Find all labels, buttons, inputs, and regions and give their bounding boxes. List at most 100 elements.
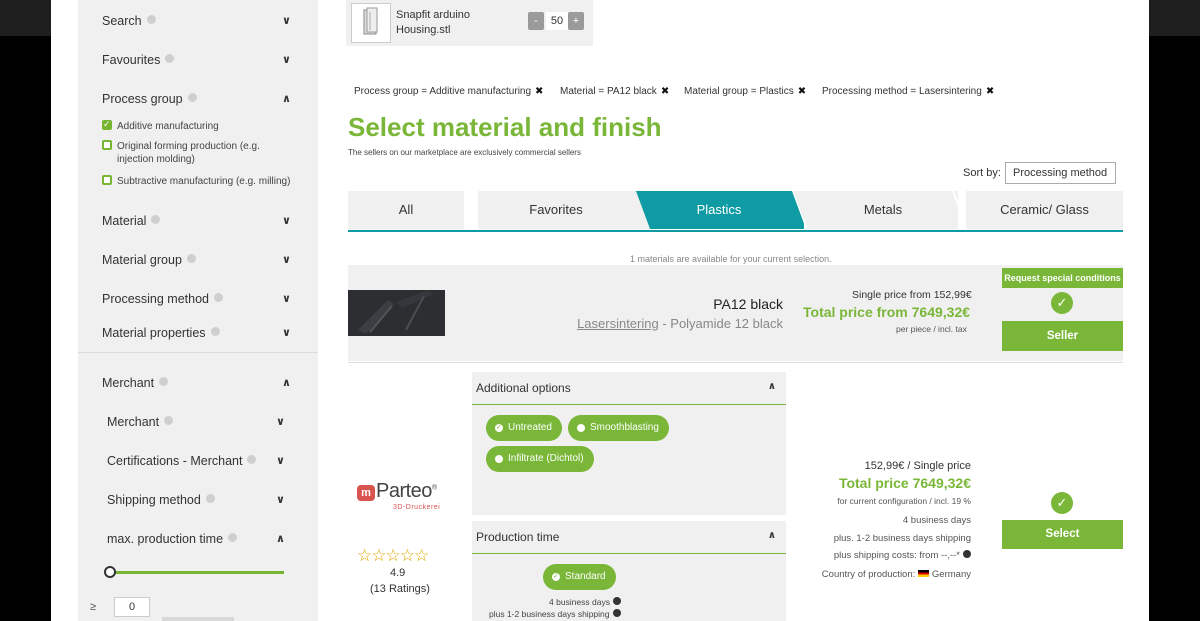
material-name: PA12 black — [713, 296, 783, 312]
decrease-quantity-button[interactable]: - — [528, 12, 544, 30]
filter-merchant[interactable]: Merchant — [107, 415, 303, 429]
merchant-logo[interactable]: m Parteo® 3D-Druckerei — [357, 480, 453, 516]
registered-mark: ® — [431, 484, 437, 492]
tab-plastics[interactable]: Plastics — [634, 191, 804, 229]
checkbox-checked-icon[interactable] — [102, 118, 112, 131]
offer-business-days: 4 business days — [902, 515, 971, 526]
option-standard[interactable]: Standard — [543, 564, 616, 590]
production-time-slider-handle[interactable] — [104, 566, 116, 578]
info-icon — [165, 54, 175, 63]
chevron-down-icon[interactable] — [276, 454, 285, 467]
checkbox-icon[interactable] — [102, 175, 112, 185]
filter-chip-material[interactable]: Material = PA12 black ✖ — [560, 84, 669, 100]
seller-button[interactable]: Seller — [1002, 321, 1123, 351]
chevron-down-icon[interactable] — [282, 53, 291, 66]
filter-processing-method[interactable]: Processing method — [102, 292, 298, 306]
checkbox-additive[interactable]: Additive manufacturing — [102, 118, 302, 133]
increase-quantity-button[interactable]: + — [568, 12, 584, 30]
info-icon[interactable] — [612, 609, 621, 617]
filter-max-production-time[interactable]: max. production time — [107, 532, 303, 546]
close-icon[interactable]: ✖ — [798, 86, 806, 97]
chevron-down-icon[interactable] — [282, 14, 291, 27]
tab-metals[interactable]: Metals — [808, 191, 958, 229]
select-button[interactable]: Select — [1002, 520, 1123, 549]
checkbox-original-forming[interactable]: Original forming production (e.g. inject… — [102, 140, 267, 166]
chevron-up-icon[interactable] — [282, 376, 291, 389]
material-result-row: PA12 black Lasersintering - Polyamide 12… — [348, 265, 1123, 361]
country-name: Germany — [931, 569, 971, 580]
rating-count[interactable]: (13 Ratings) — [370, 583, 430, 595]
total-price-from: Total price from 7649,32€ — [803, 304, 971, 320]
filter-chip-process-group[interactable]: Process group = Additive manufacturing ✖ — [354, 84, 543, 100]
right-top-bar — [1149, 0, 1200, 36]
min-days-input[interactable]: 0 — [114, 597, 150, 617]
info-icon[interactable] — [963, 550, 971, 558]
file-thumbnail — [351, 3, 391, 43]
filter-max-production-time-label: max. production time — [107, 532, 224, 546]
material-photo-icon — [348, 290, 445, 336]
production-days: 4 business days — [549, 597, 621, 607]
production-time-header[interactable]: Production time — [476, 530, 559, 544]
tab-ceramic-glass[interactable]: Ceramic/ Glass — [966, 191, 1123, 229]
offer-country: Country of production: Germany — [822, 569, 971, 580]
tabs-underline — [348, 230, 1123, 232]
close-icon[interactable]: ✖ — [535, 86, 543, 97]
quantity-input[interactable]: 50 — [546, 12, 568, 30]
chevron-up-icon[interactable] — [276, 532, 285, 545]
material-description-suffix: - Polyamide 12 black — [658, 316, 783, 331]
filter-process-group[interactable]: Process group — [102, 92, 298, 106]
info-icon — [164, 416, 174, 425]
filter-material-properties-label: Material properties — [102, 326, 206, 340]
close-icon[interactable]: ✖ — [986, 86, 994, 97]
sort-select[interactable]: Processing method — [1005, 162, 1116, 184]
offer-shipping-costs-text: plus shipping costs: from --,--* — [833, 550, 960, 561]
option-untreated[interactable]: Untreated — [486, 415, 562, 441]
filter-material[interactable]: Material — [102, 214, 298, 228]
chevron-down-icon[interactable] — [282, 292, 291, 305]
merchant-logo-name: Parteo® — [376, 480, 437, 503]
checkbox-icon[interactable] — [102, 140, 112, 150]
option-infiltrate[interactable]: Infiltrate (Dichtol) — [486, 446, 594, 472]
chevron-up-icon[interactable] — [282, 92, 291, 105]
filter-material-group[interactable]: Material group — [102, 253, 298, 267]
info-icon — [159, 377, 169, 386]
filter-search[interactable]: Search — [102, 14, 298, 28]
filter-merchant-section-label: Merchant — [102, 376, 155, 390]
apply-button[interactable] — [162, 617, 234, 621]
availability-text: 1 materials are available for your curre… — [630, 254, 832, 264]
housing-model-icon — [363, 7, 378, 35]
additional-options-header[interactable]: Additional options — [476, 381, 571, 395]
filter-material-properties[interactable]: Material properties — [102, 326, 298, 340]
chevron-down-icon[interactable] — [276, 415, 285, 428]
material-tabs: All Favorites Plastics Metals Ceramic/ G… — [348, 191, 1123, 232]
tab-favorites[interactable]: Favorites — [478, 191, 634, 229]
info-icon — [186, 254, 196, 263]
process-link[interactable]: Lasersintering — [577, 316, 659, 331]
offer-shipping-costs: plus shipping costs: from --,--* — [834, 550, 971, 561]
filter-chip-material-group[interactable]: Material group = Plastics ✖ — [684, 84, 806, 100]
filter-shipping-method[interactable]: Shipping method — [107, 493, 303, 507]
close-icon[interactable]: ✖ — [661, 86, 669, 97]
chevron-up-icon[interactable] — [768, 530, 776, 541]
request-special-conditions-button[interactable]: Request special conditions — [1002, 268, 1123, 288]
chevron-down-icon[interactable] — [282, 253, 291, 266]
filter-favourites[interactable]: Favourites — [102, 53, 298, 67]
chevron-up-icon[interactable] — [768, 381, 776, 392]
chevron-down-icon[interactable] — [282, 214, 291, 227]
filter-certifications[interactable]: Certifications - Merchant — [107, 454, 303, 468]
chevron-down-icon[interactable] — [282, 326, 291, 339]
filter-chip-processing-method[interactable]: Processing method = Lasersintering ✖ — [822, 84, 994, 100]
filter-shipping-method-label: Shipping method — [107, 493, 201, 507]
chevron-down-icon[interactable] — [276, 493, 285, 506]
checkbox-subtractive[interactable]: Subtractive manufacturing (e.g. milling) — [102, 175, 312, 188]
check-circle-icon: ✓ — [1051, 492, 1073, 514]
tab-all[interactable]: All — [348, 191, 464, 229]
checkbox-label: Additive manufacturing — [117, 121, 219, 132]
production-time-slider-track[interactable] — [108, 571, 284, 574]
option-smoothblasting[interactable]: Smoothblasting — [568, 415, 669, 441]
filter-certifications-label: Certifications - Merchant — [107, 454, 243, 468]
filter-merchant-section[interactable]: Merchant — [102, 376, 298, 390]
merchant-logo-sub: 3D-Druckerei — [393, 504, 441, 511]
min-prefix: ≥ — [90, 601, 97, 613]
info-icon[interactable] — [612, 597, 621, 605]
